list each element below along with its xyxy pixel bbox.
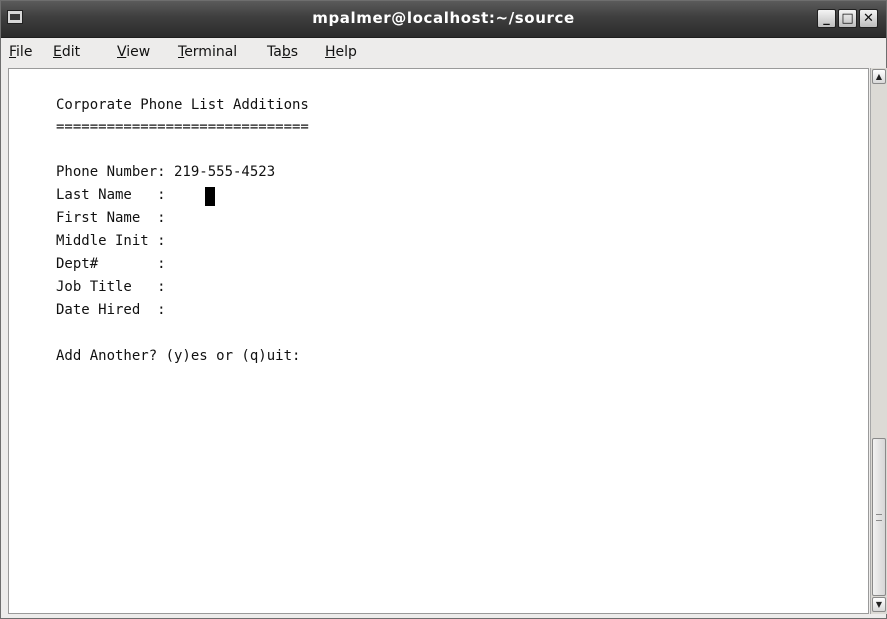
scroll-down-button[interactable]: ▼ [872,597,886,612]
menu-file[interactable]: File [9,44,32,60]
terminal-window: mpalmer@localhost:~/source _ □ ✕ File Ed… [0,0,887,619]
terminal-line: Dept# : [56,256,166,272]
terminal-line: Job Title : [56,279,166,295]
terminal-line: Middle Init : [56,233,166,249]
terminal-line: Date Hired : [56,302,166,318]
maximize-button[interactable]: □ [838,9,857,28]
window-title: mpalmer@localhost:~/source [312,9,575,27]
menu-view[interactable]: View [117,44,150,60]
scrollbar-grip-icon [876,514,882,521]
menu-edit[interactable]: Edit [53,44,80,60]
menu-terminal[interactable]: Terminal [178,44,237,60]
title-bar[interactable]: mpalmer@localhost:~/source _ □ ✕ [1,1,886,38]
minimize-button[interactable]: _ [817,9,836,28]
terminal-line: First Name : [56,210,166,226]
scroll-up-button[interactable]: ▲ [872,69,886,84]
close-button[interactable]: ✕ [859,9,878,28]
terminal-line: Last Name : [56,187,166,203]
terminal-line: Phone Number: 219-555-4523 [56,164,276,180]
scrollbar-thumb[interactable] [872,438,886,596]
terminal-line: Corporate Phone List Additions [56,97,309,113]
terminal-line: Add Another? (y)es or (q)uit: [56,348,301,364]
menu-tabs[interactable]: Tabs [267,44,298,60]
vertical-scrollbar[interactable]: ▲ ▼ [870,68,887,614]
terminal-output[interactable]: Corporate Phone List Additions =========… [8,68,869,614]
menu-bar: File Edit View Terminal Tabs Help [1,38,886,65]
menu-help[interactable]: Help [325,44,357,60]
terminal-line: ============================== [56,119,309,135]
text-cursor [205,187,215,206]
